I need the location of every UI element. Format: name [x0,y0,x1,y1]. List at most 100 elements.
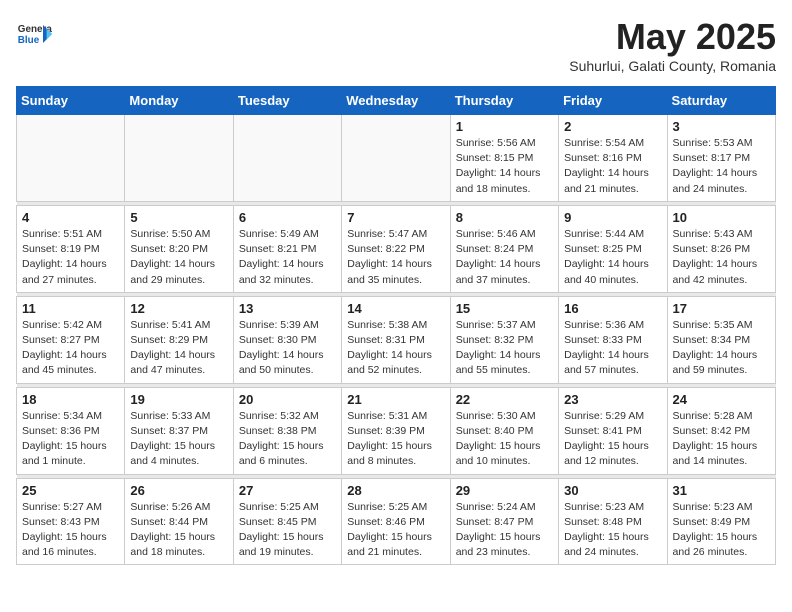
day-number: 15 [456,301,553,316]
weekday-header-saturday: Saturday [667,87,775,115]
day-info: Sunrise: 5:25 AM Sunset: 8:45 PM Dayligh… [239,500,336,561]
calendar-cell: 14Sunrise: 5:38 AM Sunset: 8:31 PM Dayli… [342,296,450,383]
location-subtitle: Suhurlui, Galati County, Romania [569,58,776,74]
calendar-cell: 16Sunrise: 5:36 AM Sunset: 8:33 PM Dayli… [559,296,667,383]
logo-icon: General Blue [16,16,52,52]
calendar-cell: 28 Sunrise: 5:25 AM Sunset: 8:46 PM Dayli… [342,478,450,565]
day-info: Sunrise: 5:46 AM Sunset: 8:24 PM Dayligh… [456,227,553,288]
day-number: 27 [239,483,336,498]
day-info: Sunrise: 5:23 AM Sunset: 8:48 PM Dayligh… [564,500,661,561]
day-info: Sunrise: 5:26 AM Sunset: 8:44 PM Dayligh… [130,500,227,561]
calendar-cell: 15 Sunrise: 5:37 AM Sunset: 8:32 PM Dayli… [450,296,558,383]
day-number: 19 [130,392,227,407]
day-number: 26 [130,483,227,498]
calendar-week-row: 1Sunrise: 5:56 AM Sunset: 8:15 PM Daylig… [17,115,776,202]
weekday-header-thursday: Thursday [450,87,558,115]
day-info: Sunrise: 5:25 AM Sunset: 8:46 PM Dayligh… [347,500,444,561]
day-number: 13 [239,301,336,316]
day-number: 7 [347,210,444,225]
calendar-cell: 21 Sunrise: 5:31 AM Sunset: 8:39 PM Dayli… [342,387,450,474]
day-info: Sunrise: 5:30 AM Sunset: 8:40 PM Dayligh… [456,409,553,470]
calendar-week-row: 25 Sunrise: 5:27 AM Sunset: 8:43 PM Dayli… [17,478,776,565]
calendar-cell: 17Sunrise: 5:35 AM Sunset: 8:34 PM Dayli… [667,296,775,383]
svg-text:Blue: Blue [18,35,40,46]
day-info: Sunrise: 5:44 AM Sunset: 8:25 PM Dayligh… [564,227,661,288]
day-info: Sunrise: 5:31 AM Sunset: 8:39 PM Dayligh… [347,409,444,470]
day-info: Sunrise: 5:34 AM Sunset: 8:36 PM Dayligh… [22,409,119,470]
calendar-cell: 27 Sunrise: 5:25 AM Sunset: 8:45 PM Dayli… [233,478,341,565]
day-info: Sunrise: 5:42 AM Sunset: 8:27 PM Dayligh… [22,318,119,379]
calendar-cell: 6Sunrise: 5:49 AM Sunset: 8:21 PM Daylig… [233,205,341,292]
day-info: Sunrise: 5:32 AM Sunset: 8:38 PM Dayligh… [239,409,336,470]
calendar-cell: 20 Sunrise: 5:32 AM Sunset: 8:38 PM Dayli… [233,387,341,474]
weekday-header-sunday: Sunday [17,87,125,115]
day-number: 18 [22,392,119,407]
calendar-table: SundayMondayTuesdayWednesdayThursdayFrid… [16,86,776,565]
calendar-cell [125,115,233,202]
calendar-cell: 19Sunrise: 5:33 AM Sunset: 8:37 PM Dayli… [125,387,233,474]
day-info: Sunrise: 5:47 AM Sunset: 8:22 PM Dayligh… [347,227,444,288]
calendar-cell: 1Sunrise: 5:56 AM Sunset: 8:15 PM Daylig… [450,115,558,202]
calendar-cell: 30 Sunrise: 5:23 AM Sunset: 8:48 PM Dayli… [559,478,667,565]
weekday-header-tuesday: Tuesday [233,87,341,115]
day-number: 4 [22,210,119,225]
day-number: 23 [564,392,661,407]
calendar-cell: 26 Sunrise: 5:26 AM Sunset: 8:44 PM Dayli… [125,478,233,565]
calendar-cell: 23 Sunrise: 5:29 AM Sunset: 8:41 PM Dayli… [559,387,667,474]
day-info: Sunrise: 5:37 AM Sunset: 8:32 PM Dayligh… [456,318,553,379]
calendar-cell: 2Sunrise: 5:54 AM Sunset: 8:16 PM Daylig… [559,115,667,202]
day-info: Sunrise: 5:56 AM Sunset: 8:15 PM Dayligh… [456,136,553,197]
day-number: 5 [130,210,227,225]
header: General Blue May 2025 Suhurlui, Galati C… [16,16,776,74]
calendar-week-row: 4 Sunrise: 5:51 AM Sunset: 8:19 PM Daylig… [17,205,776,292]
day-number: 6 [239,210,336,225]
day-info: Sunrise: 5:51 AM Sunset: 8:19 PM Dayligh… [22,227,119,288]
day-number: 22 [456,392,553,407]
day-info: Sunrise: 5:39 AM Sunset: 8:30 PM Dayligh… [239,318,336,379]
day-info: Sunrise: 5:27 AM Sunset: 8:43 PM Dayligh… [22,500,119,561]
month-title: May 2025 [569,16,776,58]
day-info: Sunrise: 5:53 AM Sunset: 8:17 PM Dayligh… [673,136,770,197]
day-number: 31 [673,483,770,498]
day-number: 10 [673,210,770,225]
calendar-cell: 11Sunrise: 5:42 AM Sunset: 8:27 PM Dayli… [17,296,125,383]
calendar-cell: 12 Sunrise: 5:41 AM Sunset: 8:29 PM Dayli… [125,296,233,383]
day-number: 8 [456,210,553,225]
day-info: Sunrise: 5:35 AM Sunset: 8:34 PM Dayligh… [673,318,770,379]
calendar-cell: 25 Sunrise: 5:27 AM Sunset: 8:43 PM Dayli… [17,478,125,565]
calendar-cell: 24Sunrise: 5:28 AM Sunset: 8:42 PM Dayli… [667,387,775,474]
calendar-cell [17,115,125,202]
day-number: 12 [130,301,227,316]
calendar-cell: 9 Sunrise: 5:44 AM Sunset: 8:25 PM Daylig… [559,205,667,292]
calendar-cell: 7 Sunrise: 5:47 AM Sunset: 8:22 PM Daylig… [342,205,450,292]
day-number: 24 [673,392,770,407]
day-info: Sunrise: 5:24 AM Sunset: 8:47 PM Dayligh… [456,500,553,561]
weekday-header-monday: Monday [125,87,233,115]
day-number: 3 [673,119,770,134]
logo: General Blue [16,16,52,52]
calendar-cell: 13 Sunrise: 5:39 AM Sunset: 8:30 PM Dayli… [233,296,341,383]
day-number: 20 [239,392,336,407]
day-number: 9 [564,210,661,225]
day-number: 30 [564,483,661,498]
day-number: 14 [347,301,444,316]
weekday-header-row: SundayMondayTuesdayWednesdayThursdayFrid… [17,87,776,115]
day-info: Sunrise: 5:41 AM Sunset: 8:29 PM Dayligh… [130,318,227,379]
day-info: Sunrise: 5:54 AM Sunset: 8:16 PM Dayligh… [564,136,661,197]
calendar-cell: 8 Sunrise: 5:46 AM Sunset: 8:24 PM Daylig… [450,205,558,292]
day-number: 21 [347,392,444,407]
calendar-cell: 4 Sunrise: 5:51 AM Sunset: 8:19 PM Daylig… [17,205,125,292]
calendar-cell: 22 Sunrise: 5:30 AM Sunset: 8:40 PM Dayli… [450,387,558,474]
day-info: Sunrise: 5:23 AM Sunset: 8:49 PM Dayligh… [673,500,770,561]
calendar-cell: 31 Sunrise: 5:23 AM Sunset: 8:49 PM Dayli… [667,478,775,565]
weekday-header-wednesday: Wednesday [342,87,450,115]
day-info: Sunrise: 5:29 AM Sunset: 8:41 PM Dayligh… [564,409,661,470]
calendar-cell: 5Sunrise: 5:50 AM Sunset: 8:20 PM Daylig… [125,205,233,292]
calendar-cell [342,115,450,202]
calendar-cell: 10Sunrise: 5:43 AM Sunset: 8:26 PM Dayli… [667,205,775,292]
calendar-cell [233,115,341,202]
day-number: 28 [347,483,444,498]
day-number: 25 [22,483,119,498]
day-number: 16 [564,301,661,316]
calendar-cell: 18 Sunrise: 5:34 AM Sunset: 8:36 PM Dayli… [17,387,125,474]
